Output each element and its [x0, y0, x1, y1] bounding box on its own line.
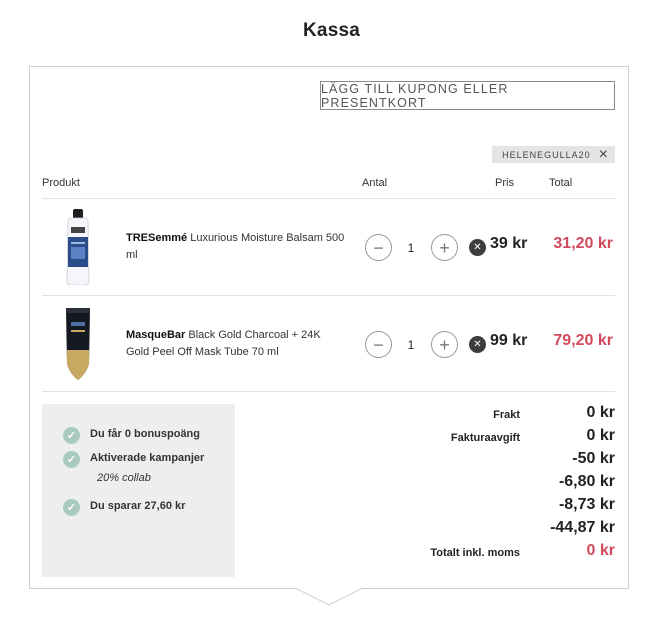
- summary-row-discount: -50 kr: [572, 450, 615, 467]
- header-quantity: Antal: [362, 177, 388, 189]
- coupon-code: HELENEGULLA20: [502, 149, 591, 160]
- summary-row-discount: -44,87 kr: [550, 519, 615, 536]
- decrease-quantity-button[interactable]: −: [365, 234, 392, 261]
- product-brand: MasqueBar: [126, 329, 186, 341]
- campaign-name: 20% collab: [97, 472, 151, 484]
- divider: [42, 391, 615, 392]
- summary-row-shipping: Frakt 0 kr: [493, 404, 615, 421]
- increase-quantity-button[interactable]: +: [431, 331, 458, 358]
- remove-icon[interactable]: ✕: [469, 336, 486, 353]
- product-name[interactable]: TRESemmé Luxurious Moisture Balsam 500 m…: [126, 199, 346, 295]
- increase-quantity-button[interactable]: +: [431, 234, 458, 261]
- check-icon: ✓: [63, 451, 80, 468]
- summary-row-discount: -8,73 kr: [558, 496, 615, 513]
- table-header: Produkt Antal Pris Total: [42, 177, 615, 199]
- page-title: Kassa: [303, 20, 360, 41]
- header-price: Pris: [495, 177, 514, 189]
- product-name[interactable]: MasqueBar Black Gold Charcoal + 24K Gold…: [126, 296, 346, 392]
- line-total: 31,20 kr: [553, 235, 613, 252]
- applied-coupon-tag: HELENEGULLA20 ×: [492, 146, 615, 163]
- header-product: Produkt: [42, 177, 80, 189]
- add-coupon-button[interactable]: LÄGG TILL KUPONG ELLER PRESENTKORT: [320, 81, 615, 110]
- cart-row: MasqueBar Black Gold Charcoal + 24K Gold…: [42, 296, 615, 392]
- summary-row-total: Totalt inkl. moms 0 kr: [430, 542, 615, 559]
- quantity-value[interactable]: 1: [400, 331, 422, 358]
- close-icon[interactable]: ×: [599, 146, 609, 163]
- bonus-points-item: ✓ Du får 0 bonuspoäng: [63, 427, 200, 444]
- summary-row-invoice-fee: Fakturaavgift 0 kr: [450, 427, 615, 444]
- check-icon: ✓: [63, 499, 80, 516]
- product-image-mask-tube[interactable]: [62, 306, 94, 382]
- active-campaigns-item: ✓ Aktiverade kampanjer: [63, 451, 204, 468]
- cart-panel: LÄGG TILL KUPONG ELLER PRESENTKORT HELEN…: [29, 66, 629, 589]
- summary-row-discount: -6,80 kr: [558, 473, 615, 490]
- savings-item: ✓ Du sparar 27,60 kr: [63, 499, 185, 516]
- panel-notch: [296, 588, 362, 606]
- quantity-value[interactable]: 1: [400, 234, 422, 261]
- header-total: Total: [549, 177, 573, 189]
- decrease-quantity-button[interactable]: −: [365, 331, 392, 358]
- cart-row: TRESemmé Luxurious Moisture Balsam 500 m…: [42, 199, 615, 295]
- line-total: 79,20 kr: [553, 332, 613, 349]
- product-image-shampoo-bottle[interactable]: [62, 209, 94, 285]
- bonus-info-box: ✓ Du får 0 bonuspoäng ✓ Aktiverade kampa…: [42, 404, 235, 577]
- remove-icon[interactable]: ✕: [469, 239, 486, 256]
- product-brand: TRESemmé: [126, 232, 188, 244]
- check-icon: ✓: [63, 427, 80, 444]
